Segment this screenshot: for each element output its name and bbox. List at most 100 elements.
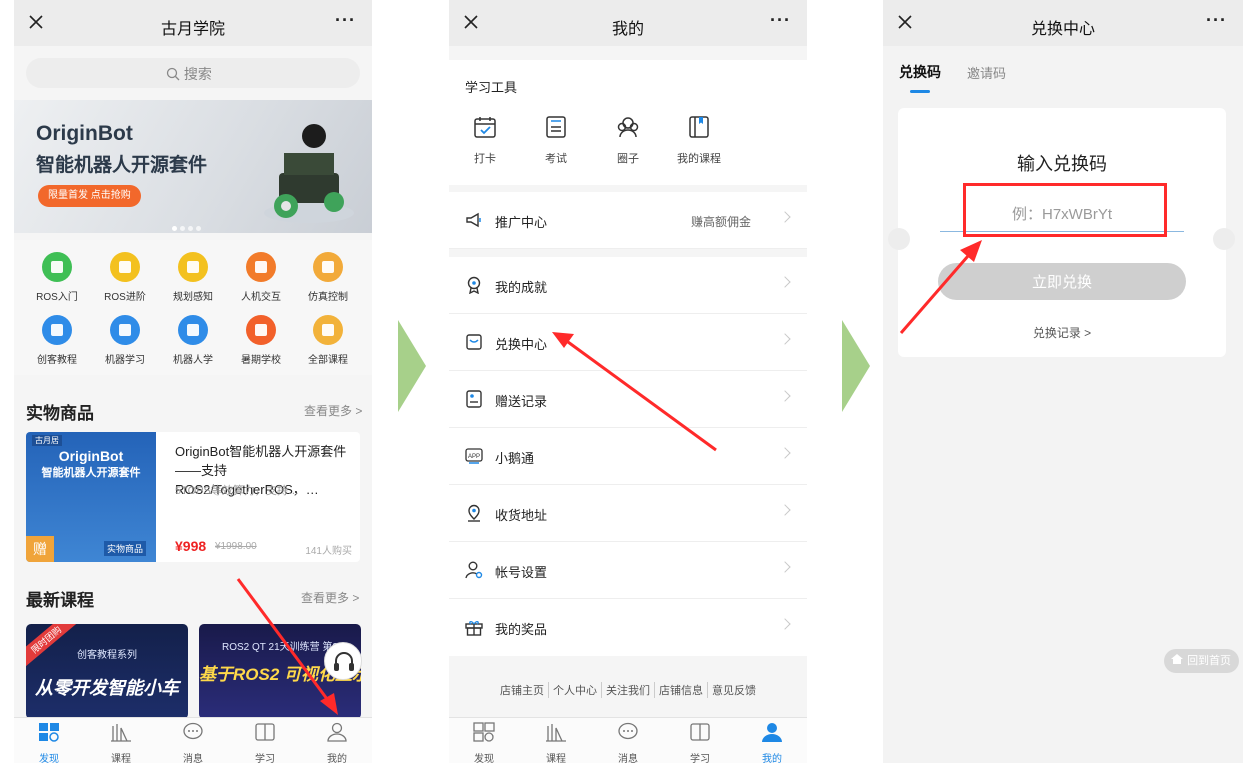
- category-all[interactable]: 全部课程: [296, 315, 360, 366]
- category-label: 暑期学校: [241, 355, 281, 366]
- gift-record-icon: [466, 390, 482, 408]
- banner-buy-button[interactable]: 限量首发 点击抢购: [38, 185, 141, 207]
- tab-label: 学习: [690, 754, 710, 763]
- exam-paper-icon: [546, 116, 566, 138]
- course-card[interactable]: 限时团购 创客教程系列 从零开发智能小车: [26, 624, 188, 719]
- tab-mine[interactable]: 我的: [747, 722, 797, 763]
- robot-image: [264, 124, 354, 223]
- message-icon: [183, 722, 203, 740]
- redeem-now-button[interactable]: 立即兑换: [938, 263, 1186, 300]
- category-icon: [178, 315, 208, 345]
- tab-invite-code[interactable]: 邀请码: [967, 63, 1006, 82]
- book-open-icon: [690, 723, 710, 741]
- category-icon: [246, 315, 276, 345]
- home-icon: [1171, 654, 1183, 664]
- course-title: 从零开发智能小车: [35, 678, 179, 698]
- brand-logo: 古月居: [32, 435, 62, 446]
- footer-link-shop-home[interactable]: 店铺主页: [496, 682, 548, 698]
- category-label: 人机交互: [241, 292, 281, 303]
- location-icon: [468, 504, 480, 522]
- menu-item-my-prizes[interactable]: 我的奖品: [449, 599, 807, 656]
- category-maker[interactable]: 创客教程: [25, 315, 89, 366]
- menu-item-label: 我的奖品: [495, 622, 548, 637]
- tab-mine[interactable]: 我的: [312, 722, 362, 763]
- more-menu-icon[interactable]: ···: [1206, 10, 1227, 31]
- footer-link-follow[interactable]: 关注我们: [601, 682, 654, 698]
- page-title: 我的: [611, 21, 644, 38]
- tab-messages[interactable]: 消息: [168, 722, 218, 763]
- promo-banner[interactable]: OriginBot 智能机器人开源套件 限量首发 点击抢购: [14, 100, 372, 233]
- tab-messages[interactable]: 消息: [603, 722, 653, 763]
- tab-label: 我的: [762, 754, 782, 763]
- tab-courses[interactable]: 课程: [96, 722, 146, 763]
- menu-item-promotion[interactable]: 推广中心 赚高额佣金: [449, 192, 807, 249]
- customer-service-button[interactable]: [324, 642, 362, 680]
- category-simulation[interactable]: 仿真控制: [296, 252, 360, 303]
- tab-study[interactable]: 学习: [675, 722, 725, 763]
- chevron-right-icon: [779, 276, 791, 288]
- category-ros-intro[interactable]: ROS入门: [25, 252, 89, 303]
- menu-item-redeem-center[interactable]: 兑换中心: [449, 314, 807, 371]
- tab-label: 发现: [39, 754, 59, 763]
- category-ros-advanced[interactable]: ROS进阶: [93, 252, 157, 303]
- tab-bar: 发现 课程 消息 学习 我的: [14, 717, 372, 763]
- book-open-icon: [255, 723, 275, 741]
- tool-label: 圈子: [617, 153, 639, 165]
- product-price: ¥998: [175, 538, 207, 554]
- search-field[interactable]: 搜索: [166, 64, 212, 84]
- footer-link-feedback[interactable]: 意见反馈: [707, 682, 760, 698]
- tab-courses[interactable]: 课程: [531, 722, 581, 763]
- category-robotics[interactable]: 机器人学: [161, 315, 225, 366]
- account-settings-icon: [465, 561, 483, 579]
- product-tag: 实物商品: [104, 541, 147, 556]
- course-subtitle: 创客教程系列: [77, 650, 137, 661]
- chevron-right-icon: [779, 504, 791, 516]
- more-menu-icon[interactable]: ···: [335, 10, 356, 31]
- tool-exam[interactable]: 考试: [526, 115, 586, 166]
- product-card[interactable]: 古月居 OriginBot 智能机器人开源套件 赠 实物商品 OriginBot…: [26, 432, 360, 562]
- tab-discover[interactable]: 发现: [24, 722, 74, 763]
- tool-checkin[interactable]: 打卡: [455, 115, 515, 166]
- menu-item-account-settings[interactable]: 帐号设置: [449, 542, 807, 599]
- footer-link-shop-info[interactable]: 店铺信息: [654, 682, 707, 698]
- calendar-check-icon: [474, 117, 496, 138]
- redeem-record-link[interactable]: 兑换记录 >: [898, 324, 1226, 341]
- chevron-right-icon: [779, 447, 791, 459]
- menu-item-achievements[interactable]: 我的成就: [449, 257, 807, 314]
- more-menu-icon[interactable]: ···: [770, 10, 791, 31]
- category-label: 仿真控制: [308, 292, 348, 303]
- menu-item-gift-records[interactable]: 赠送记录: [449, 371, 807, 428]
- category-planning[interactable]: 规划感知: [161, 252, 225, 303]
- back-to-home-label: 回到首页: [1187, 655, 1232, 667]
- tab-redeem-code[interactable]: 兑换码: [899, 62, 941, 82]
- menu-item-hint: 赚高额佣金: [690, 215, 751, 229]
- message-icon: [618, 722, 638, 740]
- active-tab-indicator: [910, 90, 930, 93]
- goods-more-link[interactable]: 查看更多 >: [304, 402, 362, 419]
- tab-discover[interactable]: 发现: [459, 722, 509, 763]
- nav-bar: 古月学院 ···: [14, 0, 372, 46]
- menu-item-label: 小鹅通: [495, 451, 535, 466]
- category-label: 全部课程: [308, 355, 348, 366]
- courses-more-link[interactable]: 查看更多 >: [301, 589, 359, 606]
- category-summer[interactable]: 暑期学校: [229, 315, 293, 366]
- search-bar[interactable]: 搜索: [26, 58, 360, 88]
- footer-links: 店铺主页 个人中心 关注我们 店铺信息 意见反馈: [449, 682, 807, 698]
- menu-item-shipping-address[interactable]: 收货地址: [449, 485, 807, 542]
- menu-item-xiaoetong[interactable]: APP 小鹅通: [449, 428, 807, 485]
- tool-circle[interactable]: 圈子: [598, 115, 658, 166]
- tool-my-courses[interactable]: 我的课程: [669, 115, 729, 166]
- product-desc: 5TOPS等效算力，支持…: [175, 485, 299, 497]
- category-ml[interactable]: 机器学习: [93, 315, 157, 366]
- product-image-title: OriginBot: [58, 448, 124, 464]
- step-arrow: [398, 320, 426, 412]
- footer-link-profile[interactable]: 个人中心: [548, 682, 601, 698]
- category-icon: [246, 252, 276, 282]
- search-placeholder: 搜索: [183, 66, 212, 82]
- tab-study[interactable]: 学习: [240, 722, 290, 763]
- back-to-home-button[interactable]: 回到首页: [1164, 649, 1240, 673]
- group-icon: [617, 117, 639, 138]
- tool-label: 考试: [545, 153, 567, 165]
- settings-list: 我的成就 兑换中心 赠送记录 APP 小鹅通 收货地址 帐号设置 我的奖品: [449, 257, 807, 656]
- category-hci[interactable]: 人机交互: [229, 252, 293, 303]
